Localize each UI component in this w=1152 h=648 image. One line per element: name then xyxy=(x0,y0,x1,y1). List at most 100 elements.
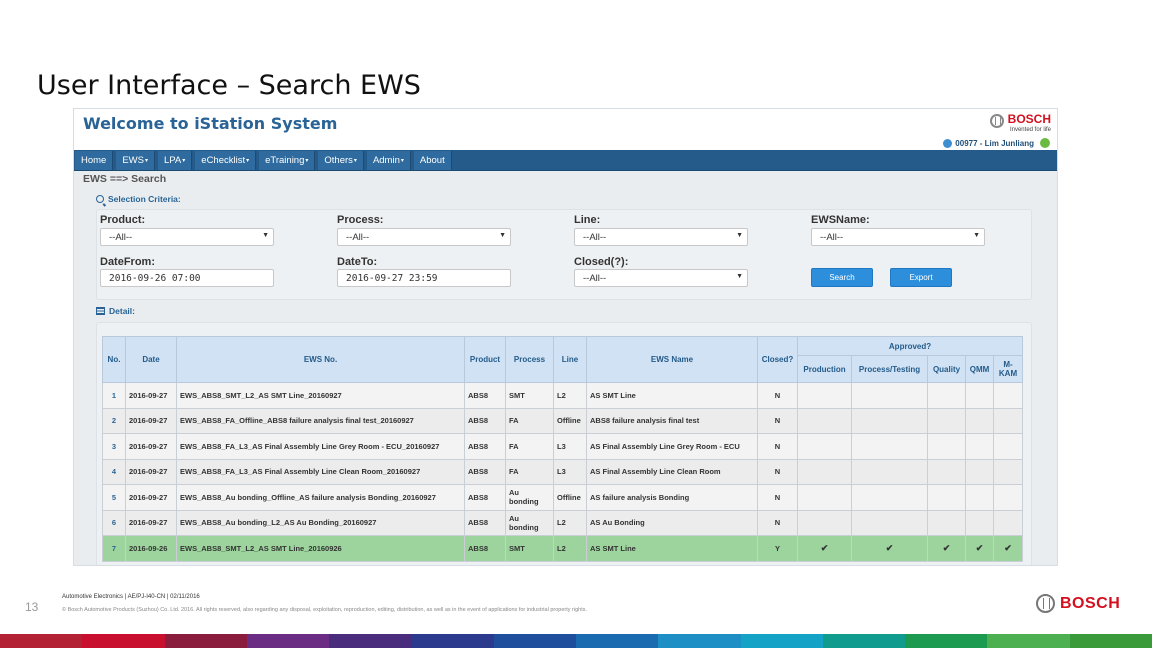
cell-no[interactable]: 2 xyxy=(102,407,126,434)
table-row[interactable]: 4 2016-09-27 EWS_ABS8_FA_L3_AS Final Assem… xyxy=(102,458,1024,485)
cell-no[interactable]: 3 xyxy=(102,433,126,460)
brand-tagline: Invented for life xyxy=(1009,127,1051,133)
cell-process-testing xyxy=(851,382,928,409)
nav-item-echecklist[interactable]: eChecklist ▾ xyxy=(195,150,257,170)
cell-process-testing: ✔ xyxy=(851,535,928,562)
color-strip-segment xyxy=(493,634,576,648)
nav-item-label: eTraining xyxy=(265,154,305,166)
cell-product: ABS8 xyxy=(464,407,506,434)
dateto-label: DateTo: xyxy=(337,256,378,268)
col-header-product: Product xyxy=(464,336,506,383)
color-strip-segment xyxy=(329,634,412,648)
cell-line: L3 xyxy=(553,433,587,460)
cell-mkam xyxy=(992,382,1024,409)
cell-process-testing xyxy=(851,458,928,485)
selection-criteria-panel: Product: --All-- ▼ Process: --All-- ▼ Line… xyxy=(96,209,1032,300)
export-button[interactable]: Export xyxy=(890,268,952,287)
table-row[interactable]: 3 2016-09-27 EWS_ABS8_FA_L3_AS Final Assem… xyxy=(102,433,1024,460)
detail-panel: No. Date EWS No. Product Process Line EW… xyxy=(96,322,1032,565)
cell-ews-no: EWS_ABS8_SMT_L2_AS SMT Line_20160927 xyxy=(176,382,465,409)
cell-no[interactable]: 1 xyxy=(102,382,126,409)
cell-mkam xyxy=(992,433,1024,460)
cell-product: ABS8 xyxy=(464,433,506,460)
nav-item-etraining[interactable]: eTraining ▾ xyxy=(259,150,316,170)
cell-ews-name: AS SMT Line xyxy=(586,382,758,409)
chevron-down-icon: ▼ xyxy=(499,232,506,239)
cell-no[interactable]: 7 xyxy=(102,535,126,562)
cell-process: FA xyxy=(505,458,554,485)
logout-icon[interactable] xyxy=(1040,138,1050,148)
chevron-down-icon: ▼ xyxy=(736,273,743,280)
cell-production xyxy=(797,458,852,485)
cell-mkam xyxy=(992,458,1024,485)
search-button[interactable]: Search xyxy=(811,268,873,287)
cell-closed: Y xyxy=(757,535,798,562)
nav-item-about[interactable]: About xyxy=(413,150,452,170)
table-row[interactable]: 2 2016-09-27 EWS_ABS8_FA_Offline_ABS8 fail… xyxy=(102,407,1024,434)
col-header-closed: Closed? xyxy=(757,336,798,383)
cell-ews-name: AS failure analysis Bonding xyxy=(586,484,758,511)
line-select[interactable]: --All-- ▼ xyxy=(574,228,748,246)
selection-criteria-label: Selection Criteria: xyxy=(96,194,181,204)
cell-ews-no: EWS_ABS8_SMT_L2_AS SMT Line_20160926 xyxy=(176,535,465,562)
caret-down-icon: ▾ xyxy=(144,157,148,164)
cell-production xyxy=(797,509,852,536)
cell-ews-no: EWS_ABS8_FA_L3_AS Final Assembly Line Cl… xyxy=(176,458,465,485)
cell-qmm xyxy=(965,509,994,536)
table-row[interactable]: 6 2016-09-27 EWS_ABS8_Au bonding_L2_AS Au … xyxy=(102,509,1024,536)
cell-quality xyxy=(927,433,966,460)
cell-ews-no: EWS_ABS8_FA_Offline_ABS8 failure analysi… xyxy=(176,407,465,434)
cell-ews-no: EWS_ABS8_Au bonding_Offline_AS failure a… xyxy=(176,484,465,511)
detail-label-text: Detail: xyxy=(109,306,135,316)
bosch-logo-icon xyxy=(989,114,1004,128)
dateto-input[interactable]: 2016-09-27 23:59 xyxy=(337,269,511,287)
datefrom-input[interactable]: 2016-09-26 07:00 xyxy=(100,269,274,287)
color-strip-segment xyxy=(658,634,741,648)
cell-mkam xyxy=(992,509,1024,536)
closed-select[interactable]: --All-- ▼ xyxy=(574,269,748,287)
selection-criteria-text: Selection Criteria: xyxy=(108,194,181,204)
product-select[interactable]: --All-- ▼ xyxy=(100,228,274,246)
nav-item-lpa[interactable]: LPA ▾ xyxy=(158,150,193,170)
caret-down-icon: ▾ xyxy=(305,157,309,164)
table-row[interactable]: 7 2016-09-26 EWS_ABS8_SMT_L2_AS SMT Line_2… xyxy=(102,535,1024,562)
nav-item-admin[interactable]: Admin ▾ xyxy=(366,150,411,170)
closed-select-value: --All-- xyxy=(583,272,607,284)
col-header-approved: Approved? xyxy=(796,336,1024,356)
cell-qmm xyxy=(965,407,994,434)
cell-line: L2 xyxy=(553,382,587,409)
user-name[interactable]: 00977 - Lim Junliang xyxy=(955,139,1034,148)
cell-qmm: ✔ xyxy=(965,535,994,562)
nav-item-label: Home xyxy=(81,154,107,166)
table-row[interactable]: 5 2016-09-27 EWS_ABS8_Au bonding_Offline_A… xyxy=(102,484,1024,511)
process-select[interactable]: --All-- ▼ xyxy=(337,228,511,246)
main-navbar: Home EWS ▾ LPA ▾ eChecklist ▾ eTraining ▾ Others ▾… xyxy=(74,150,1057,171)
cell-process-testing xyxy=(851,509,928,536)
footer-department: Automotive Electronics | AE/PJ-I40-CN | … xyxy=(62,594,200,600)
product-select-value: --All-- xyxy=(109,231,133,243)
cell-no[interactable]: 4 xyxy=(102,458,126,485)
cell-no[interactable]: 6 xyxy=(102,509,126,536)
cell-ews-no: EWS_ABS8_FA_L3_AS Final Assembly Line Gr… xyxy=(176,433,465,460)
cell-process-testing xyxy=(851,433,928,460)
cell-product: ABS8 xyxy=(464,484,506,511)
color-strip-segment xyxy=(1069,634,1152,648)
line-select-value: --All-- xyxy=(583,231,607,243)
col-header-process-testing: Process/Testing xyxy=(851,355,928,383)
ewsname-select[interactable]: --All-- ▼ xyxy=(811,228,985,246)
col-header-qmm: QMM xyxy=(965,355,994,383)
nav-item-label: Admin xyxy=(372,154,400,166)
cell-production xyxy=(797,407,852,434)
cell-no[interactable]: 5 xyxy=(102,484,126,511)
nav-item-home[interactable]: Home xyxy=(75,150,114,170)
nav-item-ews[interactable]: EWS ▾ xyxy=(116,150,155,170)
col-header-production: Production xyxy=(797,355,852,383)
table-row[interactable]: 1 2016-09-27 EWS_ABS8_SMT_L2_AS SMT Line_2… xyxy=(102,382,1024,409)
ewsname-label: EWSName: xyxy=(811,214,870,226)
nav-item-others[interactable]: Others ▾ xyxy=(318,150,364,170)
cell-process-testing xyxy=(851,407,928,434)
cell-date: 2016-09-27 xyxy=(125,382,177,409)
footer-copyright: © Bosch Automotive Products (Suzhou) Co.… xyxy=(62,607,588,613)
cell-production xyxy=(797,484,852,511)
cell-process: SMT xyxy=(505,535,554,562)
